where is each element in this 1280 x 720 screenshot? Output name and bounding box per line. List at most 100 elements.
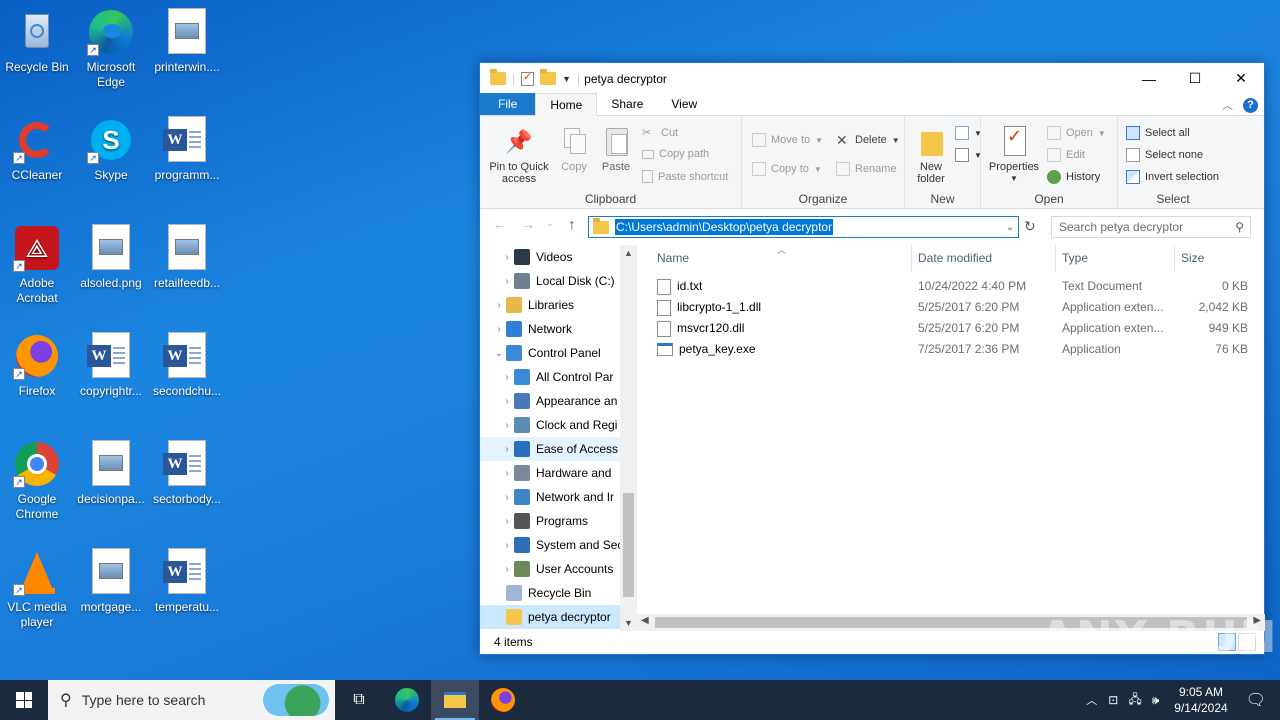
nav-item[interactable]: petya decryptor: [480, 605, 637, 629]
delete-button[interactable]: ✕ Delete ▼: [836, 133, 900, 147]
desktop-icon-vlc[interactable]: ↗ VLC media player: [0, 548, 74, 630]
new-folder-button[interactable]: New folder: [909, 126, 953, 185]
expand-chevron-icon[interactable]: ›: [500, 516, 514, 527]
desktop-icon-retailfeedb[interactable]: retailfeedb...: [150, 224, 224, 291]
copy-button[interactable]: Copy: [554, 126, 594, 173]
desktop-icon-firefox[interactable]: ↗ Firefox: [0, 332, 74, 399]
start-button[interactable]: [0, 680, 48, 720]
up-arrow-icon[interactable]: ↑: [558, 216, 586, 232]
expand-chevron-icon[interactable]: ›: [500, 252, 514, 263]
cut-button[interactable]: ✂ Cut: [642, 126, 678, 140]
edit-button[interactable]: Edit: [1047, 148, 1085, 162]
expand-chevron-icon[interactable]: ›: [500, 444, 514, 455]
desktop-icon-microsoft-edge[interactable]: ↗ Microsoft Edge: [74, 8, 148, 90]
forward-arrow-icon[interactable]: →: [514, 216, 542, 232]
desktop-icon-programm[interactable]: W programm...: [150, 116, 224, 183]
recent-locations-chevron-icon[interactable]: ⌄: [542, 218, 558, 229]
properties-button[interactable]: ✓ Properties ▼: [987, 126, 1041, 185]
nav-item[interactable]: › Programs: [480, 509, 637, 533]
copy-to-button[interactable]: Copy to ▼: [752, 162, 822, 176]
desktop-icon-alsoled-png[interactable]: alsoled.png: [74, 224, 148, 291]
desktop-icon-ccleaner[interactable]: ↗ CCleaner: [0, 116, 74, 183]
nav-item[interactable]: › System and Sec: [480, 533, 637, 557]
notifications-icon[interactable]: 🗨: [1238, 690, 1280, 710]
file-row[interactable]: libcrypto-1_1.dll 5/25/2017 6:20 PM Applic…: [637, 297, 1265, 318]
easy-access-button[interactable]: ▼: [955, 148, 982, 162]
taskbar-file-explorer-button[interactable]: [431, 680, 479, 720]
taskbar-search-box[interactable]: ⚲ Type here to search: [48, 680, 335, 720]
file-row[interactable]: msvcr120.dll 5/25/2017 6:20 PM Application…: [637, 318, 1265, 339]
back-arrow-icon[interactable]: ←: [486, 216, 514, 232]
search-box[interactable]: Search petya decryptor ⚲: [1051, 216, 1251, 238]
task-view-button[interactable]: ⧉: [335, 680, 383, 720]
close-button[interactable]: ✕: [1218, 63, 1264, 94]
nav-item[interactable]: › Hardware and: [480, 461, 637, 485]
nav-item[interactable]: › Videos: [480, 245, 637, 269]
nav-item[interactable]: › Network: [480, 317, 637, 341]
paste-shortcut-button[interactable]: Paste shortcut: [642, 170, 728, 183]
desktop-icon-decisionpa[interactable]: decisionpa...: [74, 440, 148, 507]
minimize-button[interactable]: —: [1126, 63, 1172, 94]
column-header-size[interactable]: Size: [1175, 245, 1255, 271]
file-row[interactable]: petya_key.exe 7/25/2017 2:36 PM Applicatio…: [637, 339, 1265, 360]
nav-item[interactable]: › Network and Ir: [480, 485, 637, 509]
paste-button[interactable]: Paste: [596, 126, 636, 173]
tab-share[interactable]: Share: [597, 93, 657, 115]
scrollbar-thumb[interactable]: [623, 493, 634, 597]
nav-item[interactable]: › Appearance an: [480, 389, 637, 413]
expand-chevron-icon[interactable]: ›: [492, 300, 506, 311]
help-icon[interactable]: ?: [1243, 97, 1258, 113]
expand-chevron-icon[interactable]: ›: [500, 492, 514, 503]
new-item-button[interactable]: ▼: [955, 126, 982, 140]
desktop-icon-temperatu[interactable]: W temperatu...: [150, 548, 224, 615]
rename-button[interactable]: Rename: [836, 162, 897, 176]
nav-pane-scrollbar[interactable]: ▲ ▼: [620, 245, 637, 631]
network-icon[interactable]: 🖧: [1123, 690, 1146, 711]
desktop-icon-sectorbody[interactable]: W sectorbody...: [150, 440, 224, 507]
desktop-icon-google-chrome[interactable]: ↗ Google Chrome: [0, 440, 74, 522]
invert-selection-button[interactable]: Invert selection: [1126, 170, 1219, 184]
nav-item[interactable]: › Libraries: [480, 293, 637, 317]
title-bar[interactable]: | ✓ ▼ | petya decryptor — ☐ ✕: [480, 63, 1264, 94]
tab-home[interactable]: Home: [535, 93, 598, 116]
expand-chevron-icon[interactable]: ›: [500, 420, 514, 431]
expand-chevron-icon[interactable]: ⌄: [492, 348, 506, 359]
desktop-icon-mortgage[interactable]: mortgage...: [74, 548, 148, 615]
desktop-icon-copyrightr[interactable]: W copyrightr...: [74, 332, 148, 399]
nav-item[interactable]: Recycle Bin: [480, 581, 637, 605]
expand-chevron-icon[interactable]: ›: [500, 276, 514, 287]
expand-chevron-icon[interactable]: ›: [500, 540, 514, 551]
expand-chevron-icon[interactable]: ›: [500, 564, 514, 575]
open-button[interactable]: Open ▼: [1047, 126, 1106, 140]
nav-item[interactable]: › Ease of Access: [480, 437, 637, 461]
history-button[interactable]: History: [1047, 170, 1100, 184]
collapse-ribbon-icon[interactable]: ︿: [1222, 97, 1233, 113]
refresh-icon[interactable]: ↻: [1024, 218, 1036, 235]
expand-chevron-icon[interactable]: ›: [492, 324, 506, 335]
move-to-button[interactable]: Move to ▼: [752, 133, 823, 147]
address-dropdown-chevron-icon[interactable]: ⌄: [1006, 222, 1014, 233]
meet-now-icon[interactable]: ⊡: [1103, 693, 1123, 707]
show-hidden-icons-chevron-icon[interactable]: ︿: [1080, 692, 1103, 708]
new-folder-quick-icon[interactable]: [540, 69, 557, 85]
maximize-button[interactable]: ☐: [1172, 63, 1218, 94]
tab-file[interactable]: File: [480, 93, 536, 115]
file-row[interactable]: id.txt 10/24/2022 4:40 PM Text Document 0 K…: [637, 276, 1265, 297]
pin-to-quick-access-button[interactable]: 📌 Pin to Quick access: [486, 126, 552, 186]
nav-item[interactable]: › All Control Par: [480, 365, 637, 389]
expand-chevron-icon[interactable]: ›: [500, 468, 514, 479]
taskbar-edge-button[interactable]: [383, 680, 431, 720]
customize-quick-access-icon[interactable]: ▼: [562, 74, 571, 84]
desktop-icon-printerwin[interactable]: printerwin....: [150, 8, 224, 75]
column-header-name[interactable]: Name: [651, 245, 912, 271]
volume-icon[interactable]: 🕪: [1147, 693, 1165, 708]
nav-item[interactable]: › Local Disk (C:): [480, 269, 637, 293]
nav-item[interactable]: ⌄ Control Panel: [480, 341, 637, 365]
desktop-icon-adobe-acrobat[interactable]: ⟁ ↗ Adobe Acrobat: [0, 224, 74, 306]
expand-chevron-icon[interactable]: ›: [500, 396, 514, 407]
clock[interactable]: 9:05 AM 9/14/2024: [1164, 684, 1237, 716]
scroll-down-arrow-icon[interactable]: ▼: [620, 618, 637, 628]
nav-item[interactable]: › Clock and Regi: [480, 413, 637, 437]
desktop-icon-secondchu[interactable]: W secondchu...: [150, 332, 224, 399]
scroll-left-arrow-icon[interactable]: ◀: [641, 615, 649, 626]
